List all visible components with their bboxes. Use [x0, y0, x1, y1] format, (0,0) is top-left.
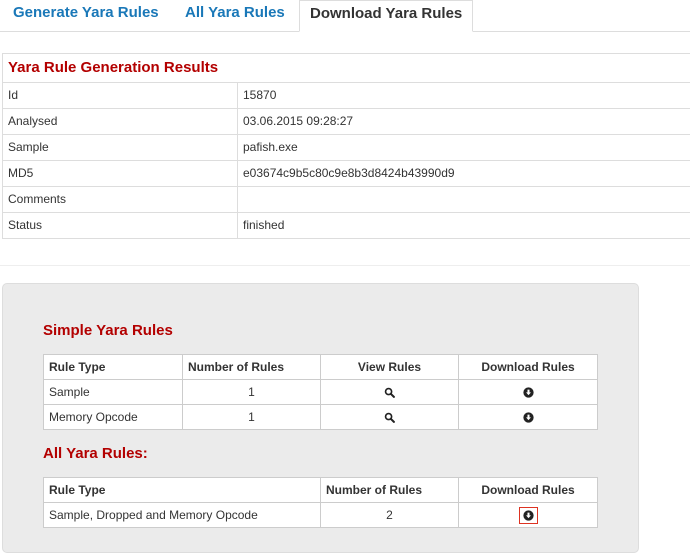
rules-panel: Simple Yara Rules Rule Type Number of Ru… [2, 283, 639, 553]
col-number-of-rules: Number of Rules [182, 354, 321, 380]
all-rules-title: All Yara Rules: [43, 445, 148, 462]
results-panel: Yara Rule Generation Results Id 15870 An… [2, 53, 690, 239]
rule-type-cell: Sample, Dropped and Memory Opcode [43, 502, 321, 528]
rule-count-cell: 1 [182, 379, 321, 405]
tab-all-yara-rules[interactable]: All Yara Rules [185, 0, 285, 31]
results-title: Yara Rule Generation Results [3, 54, 690, 83]
table-header-row: Rule Type Number of Rules View Rules Dow… [43, 354, 598, 380]
col-download-rules: Download Rules [458, 477, 598, 503]
info-value: 15870 [243, 88, 277, 102]
rule-count-cell: 2 [320, 502, 459, 528]
tab-download-yara-rules[interactable]: Download Yara Rules [299, 0, 474, 32]
download-circle-icon [522, 509, 534, 521]
info-row-status: Status finished [3, 213, 690, 238]
rule-type-cell: Memory Opcode [43, 404, 183, 430]
table-row: Sample 1 [43, 379, 598, 405]
info-key: Id [8, 88, 19, 102]
col-download-rules: Download Rules [458, 354, 598, 380]
info-key: Comments [8, 192, 67, 206]
info-value: 03.06.2015 09:28:27 [243, 114, 354, 128]
info-row-md5: MD5 e03674c9b5c80c9e8b3d8424b43990d9 [3, 161, 690, 187]
tab-generate-yara-rules[interactable]: Generate Yara Rules [13, 0, 159, 31]
table-row: Memory Opcode 1 [43, 404, 598, 430]
simple-rules-title: Simple Yara Rules [43, 322, 173, 339]
rule-type-cell: Sample [43, 379, 183, 405]
divider [0, 265, 690, 266]
table-header-row: Rule Type Number of Rules Download Rules [43, 477, 598, 503]
info-row-analysed: Analysed 03.06.2015 09:28:27 [3, 109, 690, 135]
search-icon[interactable] [384, 412, 395, 424]
info-row-comments: Comments [3, 187, 690, 213]
search-icon[interactable] [384, 387, 395, 399]
info-key: Sample [8, 140, 49, 154]
info-value: finished [243, 218, 285, 232]
info-value: pafish.exe [243, 140, 298, 154]
info-row-sample: Sample pafish.exe [3, 135, 690, 161]
tab-bar: Generate Yara Rules All Yara Rules Downl… [0, 0, 690, 32]
col-number-of-rules: Number of Rules [320, 477, 459, 503]
download-circle-icon[interactable] [522, 387, 534, 398]
all-rules-table: Rule Type Number of Rules Download Rules… [43, 477, 598, 528]
rule-count-cell: 1 [182, 404, 321, 430]
info-row-id: Id 15870 [3, 83, 690, 109]
col-rule-type: Rule Type [43, 354, 183, 380]
info-key: MD5 [8, 166, 34, 180]
col-view-rules: View Rules [320, 354, 459, 380]
simple-rules-table: Rule Type Number of Rules View Rules Dow… [43, 354, 598, 430]
download-all-button[interactable] [518, 506, 538, 524]
download-circle-icon[interactable] [522, 412, 534, 423]
info-value: e03674c9b5c80c9e8b3d8424b43990d9 [243, 166, 455, 180]
col-rule-type: Rule Type [43, 477, 321, 503]
table-row: Sample, Dropped and Memory Opcode 2 [43, 502, 598, 528]
info-key: Analysed [8, 114, 58, 128]
info-key: Status [8, 218, 43, 232]
